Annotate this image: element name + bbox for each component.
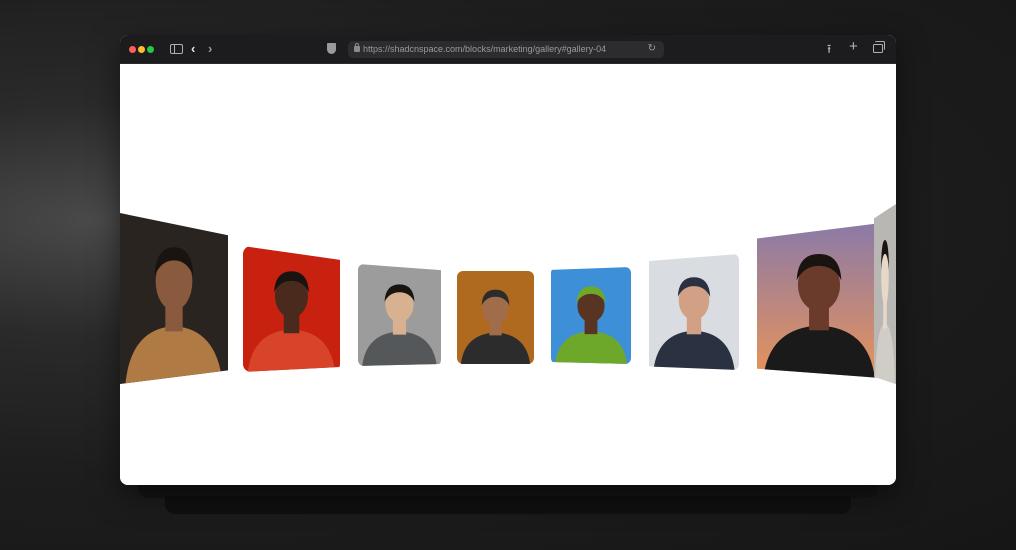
browser-titlebar: ‹ › https://shadcnspace.com/blocks/marke… <box>120 35 896 64</box>
gallery-card-man-smiling-gray[interactable] <box>358 264 441 366</box>
gallery-card-man-red-jacket-image <box>243 246 340 372</box>
gallery-card-man-cap-mustache[interactable] <box>457 271 534 364</box>
window-shadow-layer-2 <box>165 496 851 514</box>
gallery-card-woman-green-beanie[interactable] <box>551 267 631 364</box>
maximize-window-button[interactable] <box>147 46 154 53</box>
gallery-viewport <box>120 64 896 485</box>
gallery-card-man-smiling-gray-image <box>358 264 441 366</box>
forward-icon[interactable]: › <box>208 42 212 56</box>
minimize-window-button[interactable] <box>138 46 145 53</box>
gallery-card-man-navy-cap-image <box>649 254 739 370</box>
gallery-card-man-red-jacket[interactable] <box>243 246 340 372</box>
shield-icon[interactable] <box>327 43 336 54</box>
back-icon[interactable]: ‹ <box>191 42 195 56</box>
gallery-card-partial-right-image <box>874 204 896 384</box>
browser-window: ‹ › https://shadcnspace.com/blocks/marke… <box>120 35 896 485</box>
share-icon[interactable]: ⭱ <box>827 42 831 56</box>
gallery-card-woman-sunset[interactable] <box>757 223 881 378</box>
plus-icon[interactable]: + <box>849 39 858 54</box>
gallery-card-partial-right[interactable] <box>874 204 896 384</box>
gallery-card-man-tan-jacket[interactable] <box>120 213 228 384</box>
sidebar-icon[interactable] <box>170 44 183 54</box>
tabs-icon[interactable] <box>873 41 885 53</box>
url-text[interactable]: https://shadcnspace.com/blocks/marketing… <box>363 44 606 54</box>
gallery-card-man-navy-cap[interactable] <box>649 254 739 370</box>
gallery-card-woman-sunset-image <box>757 223 881 378</box>
close-window-button[interactable] <box>129 46 136 53</box>
gallery-card-man-cap-mustache-image <box>457 271 534 364</box>
address-bar[interactable]: https://shadcnspace.com/blocks/marketing… <box>348 41 664 58</box>
gallery-card-woman-green-beanie-image <box>551 267 631 364</box>
gallery-card-man-tan-jacket-image <box>120 213 228 384</box>
lock-icon <box>354 43 360 52</box>
reload-icon[interactable]: ↻ <box>648 43 656 54</box>
